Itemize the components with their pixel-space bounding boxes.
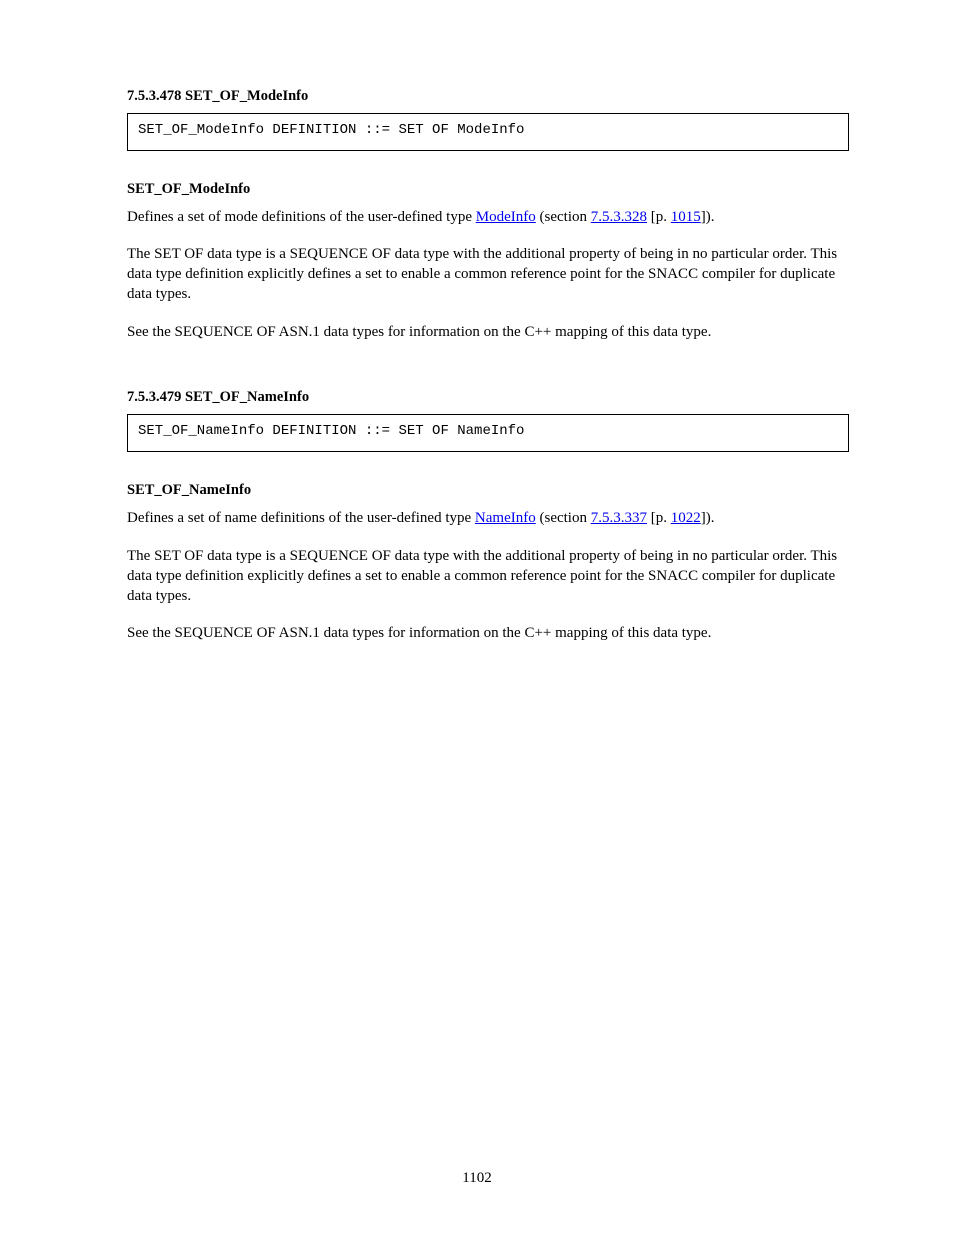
body-paragraph: See the SEQUENCE OF ASN.1 data types for… xyxy=(127,323,849,343)
type-label: SET_OF_ModeInfo xyxy=(127,181,849,198)
text-run: Defines a set of name definitions of the… xyxy=(127,510,475,526)
type-label: SET_OF_NameInfo xyxy=(127,482,849,499)
text-run: ]). xyxy=(701,209,715,225)
body-paragraph: The SET OF data type is a SEQUENCE OF da… xyxy=(127,245,849,305)
section-link[interactable]: 7.5.3.328 xyxy=(591,209,647,225)
code-box: SET_OF_NameInfo DEFINITION ::= SET OF Na… xyxy=(127,414,849,452)
body-paragraph: The SET OF data type is a SEQUENCE OF da… xyxy=(127,547,849,607)
page-link[interactable]: 1015 xyxy=(671,209,701,225)
body-paragraph: See the SEQUENCE OF ASN.1 data types for… xyxy=(127,624,849,644)
section-heading: 7.5.3.479 SET_OF_NameInfo xyxy=(127,389,849,406)
page-content: 7.5.3.478 SET_OF_ModeInfo SET_OF_ModeInf… xyxy=(127,88,849,662)
text-run: ]). xyxy=(701,510,715,526)
text-run: [p. xyxy=(647,209,671,225)
code-box: SET_OF_ModeInfo DEFINITION ::= SET OF Mo… xyxy=(127,113,849,151)
type-link[interactable]: ModeInfo xyxy=(476,209,536,225)
section-link[interactable]: 7.5.3.337 xyxy=(591,510,647,526)
type-link[interactable]: NameInfo xyxy=(475,510,536,526)
page-number: 1102 xyxy=(0,1170,954,1187)
description-paragraph: Defines a set of mode definitions of the… xyxy=(127,208,849,228)
page: 7.5.3.478 SET_OF_ModeInfo SET_OF_ModeInf… xyxy=(0,0,954,1235)
section-gap xyxy=(127,361,849,389)
section-heading: 7.5.3.478 SET_OF_ModeInfo xyxy=(127,88,849,105)
description-paragraph: Defines a set of name definitions of the… xyxy=(127,509,849,529)
text-run: (section xyxy=(536,510,591,526)
text-run: (section xyxy=(536,209,591,225)
text-run: Defines a set of mode definitions of the… xyxy=(127,209,476,225)
page-link[interactable]: 1022 xyxy=(671,510,701,526)
text-run: [p. xyxy=(647,510,671,526)
